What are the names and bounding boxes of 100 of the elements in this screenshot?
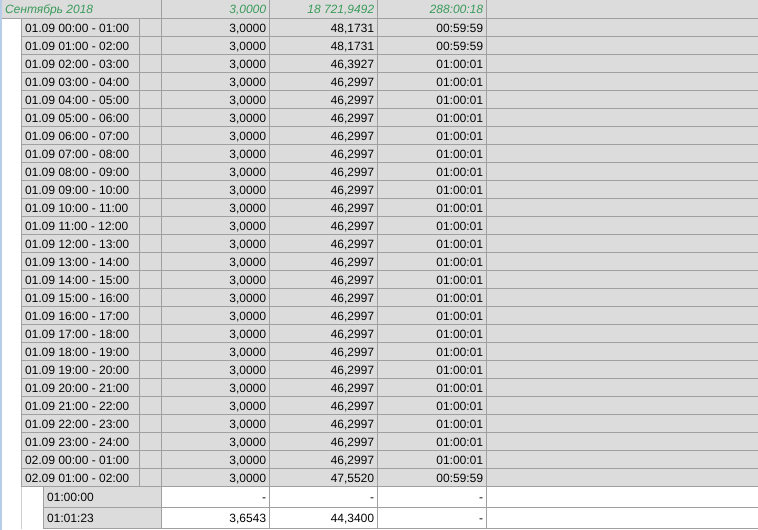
table-cell: 01:00:01 [378, 343, 487, 361]
table-cell: 02.09 00:00 - 01:00 [22, 451, 140, 469]
table-cell: 48,1731 [270, 19, 378, 37]
table-cell: 01.09 18:00 - 19:00 [22, 343, 140, 361]
table-cell: - [270, 487, 378, 508]
table-cell: 46,2997 [270, 343, 378, 361]
table-cell: 46,2997 [270, 397, 378, 415]
table-cell: 3,0000 [162, 271, 270, 289]
table-cell: 3,0000 [162, 397, 270, 415]
table-cell: 02.09 01:00 - 02:00 [22, 469, 140, 487]
table-cell: 46,2997 [270, 199, 378, 217]
table-cell: 46,2997 [270, 433, 378, 451]
table-cell: 01:00:01 [378, 397, 487, 415]
table-cell: 01:00:01 [378, 127, 487, 145]
table-cell: 01:00:01 [378, 253, 487, 271]
table-cell: 01.09 15:00 - 16:00 [22, 289, 140, 307]
table-cell: 3,0000 [162, 343, 270, 361]
table-cell: 01.09 20:00 - 21:00 [22, 379, 140, 397]
table-cell: 3,0000 [162, 379, 270, 397]
table-cell: 3,0000 [162, 433, 270, 451]
table-cell: 01:00:01 [378, 55, 487, 73]
table-cell: 01.09 23:00 - 24:00 [22, 433, 140, 451]
table-cell: 01:00:01 [378, 415, 487, 433]
table-cell: 3,0000 [162, 199, 270, 217]
table-cell: 46,2997 [270, 235, 378, 253]
table-cell: 3,0000 [162, 181, 270, 199]
table-cell: 3,6543 [162, 508, 270, 529]
table-cell: 01.09 07:00 - 08:00 [22, 145, 140, 163]
table-cell: 46,2997 [270, 271, 378, 289]
table-cell: 46,2997 [270, 325, 378, 343]
table-cell: 01:00:01 [378, 73, 487, 91]
table-cell: 46,2997 [270, 451, 378, 469]
table-cell: 01:00:01 [378, 181, 487, 199]
table-cell: 46,2997 [270, 109, 378, 127]
table-cell: 01:00:01 [378, 163, 487, 181]
table-cell: 00:59:59 [378, 19, 487, 37]
table-cell: 46,2997 [270, 145, 378, 163]
table-cell: 46,2997 [270, 217, 378, 235]
table-cell: 01.09 12:00 - 13:00 [22, 235, 140, 253]
table-cell: 3,0000 [162, 253, 270, 271]
table-cell: 01:00:01 [378, 325, 487, 343]
table-cell: 01.09 02:00 - 03:00 [22, 55, 140, 73]
table-cell: 01.09 08:00 - 09:00 [22, 163, 140, 181]
table-cell: 01.09 00:00 - 01:00 [22, 19, 140, 37]
table-cell: 01.09 13:00 - 14:00 [22, 253, 140, 271]
table-cell: 44,3400 [270, 508, 378, 529]
table-cell: 01.09 06:00 - 07:00 [22, 127, 140, 145]
table-cell: 00:59:59 [378, 37, 487, 55]
table-cell: 46,2997 [270, 289, 378, 307]
table-cell: 3,0000 [162, 55, 270, 73]
table-cell: 46,2997 [270, 163, 378, 181]
table-cell: 3,0000 [162, 91, 270, 109]
table-cell: 3,0000 [162, 37, 270, 55]
table-cell: - [378, 508, 487, 529]
table-cell: 01:00:01 [378, 271, 487, 289]
table-cell: 01.09 21:00 - 22:00 [22, 397, 140, 415]
table-cell: 3,0000 [162, 469, 270, 487]
table-cell: 46,2997 [270, 73, 378, 91]
table-cell: - [162, 487, 270, 508]
table-cell: 01.09 22:00 - 23:00 [22, 415, 140, 433]
table-cell: 3,0000 [162, 325, 270, 343]
table-cell: 01.09 05:00 - 06:00 [22, 109, 140, 127]
table-cell: 3,0000 [162, 127, 270, 145]
table-cell: 01:00:00 [44, 487, 162, 508]
table-cell: 46,2997 [270, 307, 378, 325]
table-cell: 3,0000 [162, 145, 270, 163]
table-cell: 3,0000 [162, 289, 270, 307]
table-cell: 46,2997 [270, 181, 378, 199]
table-cell: 01:00:01 [378, 451, 487, 469]
table-cell: 01:00:01 [378, 379, 487, 397]
table-cell: 46,2997 [270, 415, 378, 433]
table-cell: 01:00:01 [378, 145, 487, 163]
table-cell: 46,2997 [270, 253, 378, 271]
table-cell: 3,0000 [162, 109, 270, 127]
table-cell: 01.09 10:00 - 11:00 [22, 199, 140, 217]
table-cell: 01.09 19:00 - 20:00 [22, 361, 140, 379]
table-cell: 01.09 14:00 - 15:00 [22, 271, 140, 289]
table-cell: 3,0000 [162, 415, 270, 433]
table-cell: 01:01:23 [44, 508, 162, 529]
table-cell: 46,2997 [270, 127, 378, 145]
table-cell: 3,0000 [162, 217, 270, 235]
table-cell: 01.09 16:00 - 17:00 [22, 307, 140, 325]
table-cell: 3,0000 [162, 235, 270, 253]
table-cell: 3,0000 [162, 451, 270, 469]
table-cell: 3,0000 [162, 19, 270, 37]
table-cell: 01:00:01 [378, 109, 487, 127]
table-cell: 3,0000 [162, 307, 270, 325]
table-cell: 01:00:01 [378, 289, 487, 307]
table-cell: 01:00:01 [378, 361, 487, 379]
table-cell: 01:00:01 [378, 235, 487, 253]
table-cell: 48,1731 [270, 37, 378, 55]
table-cell: 01:00:01 [378, 91, 487, 109]
table-cell: 46,2997 [270, 361, 378, 379]
table-cell: 46,3927 [270, 55, 378, 73]
table-cell: 46,2997 [270, 91, 378, 109]
table-cell: 01:00:01 [378, 199, 487, 217]
table-cell: 00:59:59 [378, 469, 487, 487]
table-cell: - [378, 487, 487, 508]
table-cell: 01:00:01 [378, 217, 487, 235]
table-cell: 01.09 04:00 - 05:00 [22, 91, 140, 109]
